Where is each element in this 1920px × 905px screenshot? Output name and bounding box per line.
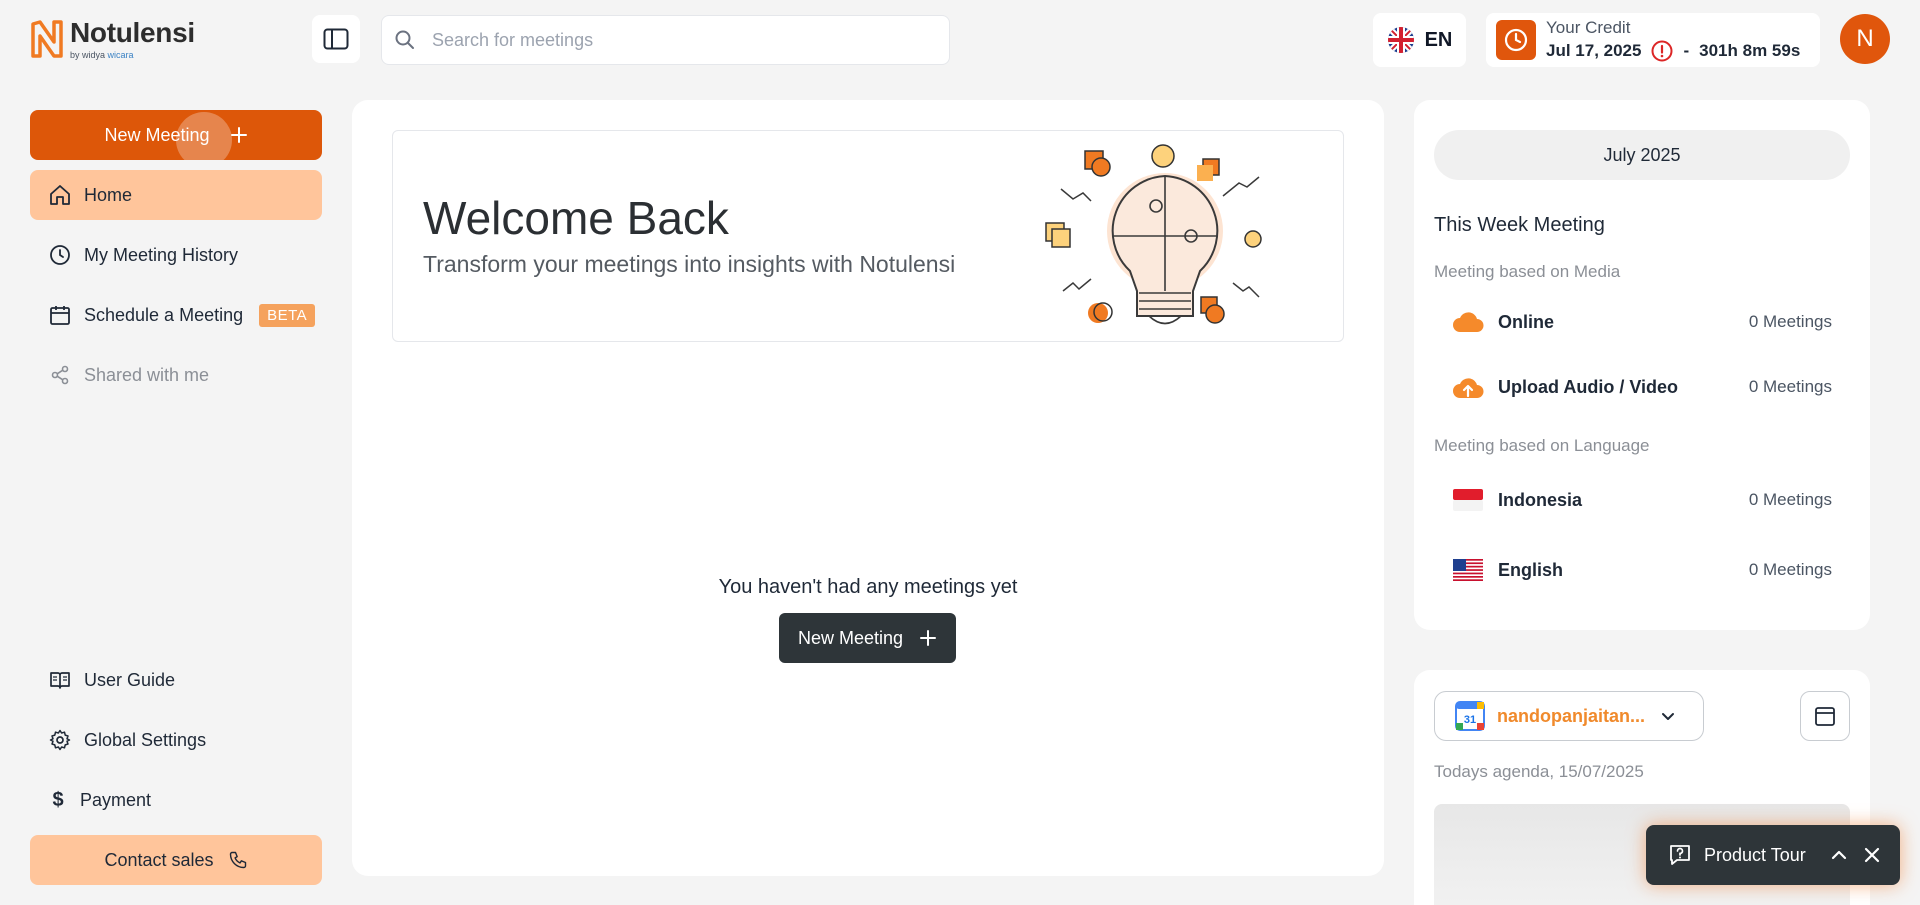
welcome-banner: Welcome Back Transform your meetings int… <box>392 130 1344 342</box>
language-code: EN <box>1424 28 1453 51</box>
sidebar-panel-icon <box>323 28 349 50</box>
sidebar-item-user-guide[interactable]: User Guide <box>30 655 322 705</box>
contact-sales-label: Contact sales <box>104 849 214 870</box>
weekly-meeting-panel: July 2025 This Week Meeting Meeting base… <box>1414 100 1870 630</box>
app-logo[interactable]: Notulensi by widya wicara <box>30 18 195 60</box>
sidebar-item-label: Payment <box>80 789 152 810</box>
history-clock-icon <box>50 245 70 265</box>
language-row-indonesia: Indonesia 0 Meetings <box>1452 486 1832 514</box>
calendar-icon <box>50 306 70 325</box>
sidebar-item-home[interactable]: Home <box>30 170 322 220</box>
help-chat-icon <box>1670 845 1690 865</box>
media-count: 0 Meetings <box>1748 312 1832 331</box>
plus-icon <box>230 127 247 143</box>
language-heading: Meeting based on Language <box>1434 436 1650 455</box>
sidebar-item-label: User Guide <box>84 669 176 690</box>
sidebar-item-shared[interactable]: Shared with me <box>30 350 322 400</box>
gear-icon <box>49 729 71 751</box>
google-calendar-icon: 31 <box>1455 701 1485 731</box>
media-row-online: Online 0 Meetings <box>1452 308 1832 336</box>
beta-badge: BETA <box>259 303 316 327</box>
uk-flag-icon <box>1387 27 1414 53</box>
calendar-icon <box>1815 707 1835 726</box>
media-count: 0 Meetings <box>1748 377 1832 396</box>
clock-icon <box>1496 20 1536 60</box>
close-icon[interactable] <box>1862 845 1882 865</box>
media-row-upload: Upload Audio / Video 0 Meetings <box>1452 373 1832 401</box>
language-selector[interactable]: EN <box>1373 13 1466 67</box>
agenda-label: Todays agenda, 15/07/2025 <box>1434 762 1644 781</box>
search-icon <box>395 30 414 49</box>
cloud-icon <box>1452 308 1484 336</box>
new-meeting-label: New Meeting <box>797 627 904 648</box>
calendar-view-button[interactable] <box>1800 691 1850 741</box>
sidebar-item-label: My Meeting History <box>84 244 239 265</box>
welcome-title: Welcome Back <box>423 192 729 244</box>
lightbulb-puzzle-illustration <box>1045 144 1262 325</box>
dollar-icon: $ <box>52 788 64 811</box>
language-count: 0 Meetings <box>1748 560 1832 579</box>
welcome-subtitle: Transform your meetings into insights wi… <box>423 251 956 277</box>
share-icon <box>51 365 69 385</box>
media-name: Upload Audio / Video <box>1498 376 1678 397</box>
notulensi-logo-icon <box>31 20 63 58</box>
language-name: Indonesia <box>1498 489 1583 510</box>
search-input[interactable] <box>432 29 912 51</box>
credit-widget: Your Credit Jul 17, 2025 - 301h 8m 59s <box>1486 13 1820 67</box>
app-sub: by widya wicara <box>70 50 134 60</box>
language-count: 0 Meetings <box>1748 490 1832 509</box>
main-content: Welcome Back Transform your meetings int… <box>352 100 1384 876</box>
empty-state-text: You haven't had any meetings yet <box>718 576 1018 598</box>
cloud-upload-icon <box>1452 373 1484 401</box>
plus-icon <box>920 630 937 646</box>
phone-icon <box>229 851 246 869</box>
app-name: Notulensi <box>70 17 195 48</box>
language-name: English <box>1498 559 1564 580</box>
user-avatar[interactable]: N <box>1840 14 1890 64</box>
new-meeting-empty-button[interactable]: New Meeting <box>779 613 956 663</box>
us-flag-icon <box>1452 556 1484 584</box>
month-selector[interactable]: July 2025 <box>1434 130 1850 180</box>
chevron-down-icon <box>1662 713 1674 720</box>
calendar-account-select[interactable]: 31 nandopanjaitan... <box>1434 691 1704 741</box>
sidebar-item-label: Shared with me <box>84 364 210 385</box>
contact-sales-button[interactable]: Contact sales <box>30 835 322 885</box>
search-box <box>381 15 950 65</box>
sidebar-toggle-button[interactable] <box>312 15 360 63</box>
chevron-up-icon[interactable] <box>1828 844 1850 866</box>
calendar-day: 31 <box>1464 714 1476 726</box>
credit-separator: - <box>1683 41 1690 60</box>
new-meeting-button[interactable]: New Meeting <box>30 110 322 160</box>
sidebar-item-label: Home <box>84 184 133 205</box>
language-row-english: English 0 Meetings <box>1452 556 1832 584</box>
indonesia-flag-icon <box>1452 486 1484 514</box>
new-meeting-label: New Meeting <box>104 124 210 145</box>
sidebar-item-label: Global Settings <box>84 729 207 750</box>
media-heading: Meeting based on Media <box>1434 262 1621 281</box>
book-icon <box>50 672 70 689</box>
product-tour-label: Product Tour <box>1704 844 1806 865</box>
media-name: Online <box>1498 311 1555 332</box>
sidebar-item-global-settings[interactable]: Global Settings <box>30 715 322 765</box>
alert-icon[interactable] <box>1651 40 1673 62</box>
product-tour-widget[interactable]: Product Tour <box>1646 825 1900 885</box>
credit-remaining: 301h 8m 59s <box>1699 41 1801 60</box>
panel-title: This Week Meeting <box>1434 214 1605 236</box>
sidebar-item-payment[interactable]: $ Payment <box>30 775 322 825</box>
sidebar-item-label: Schedule a Meeting <box>84 304 244 325</box>
credit-label: Your Credit <box>1546 18 1631 37</box>
home-icon <box>50 185 70 205</box>
sidebar-item-meeting-history[interactable]: My Meeting History <box>30 230 322 280</box>
credit-date: Jul 17, 2025 <box>1546 41 1642 60</box>
sidebar-item-schedule-meeting[interactable]: Schedule a Meeting BETA <box>30 290 322 340</box>
calendar-account-name: nandopanjaitan... <box>1497 705 1646 726</box>
